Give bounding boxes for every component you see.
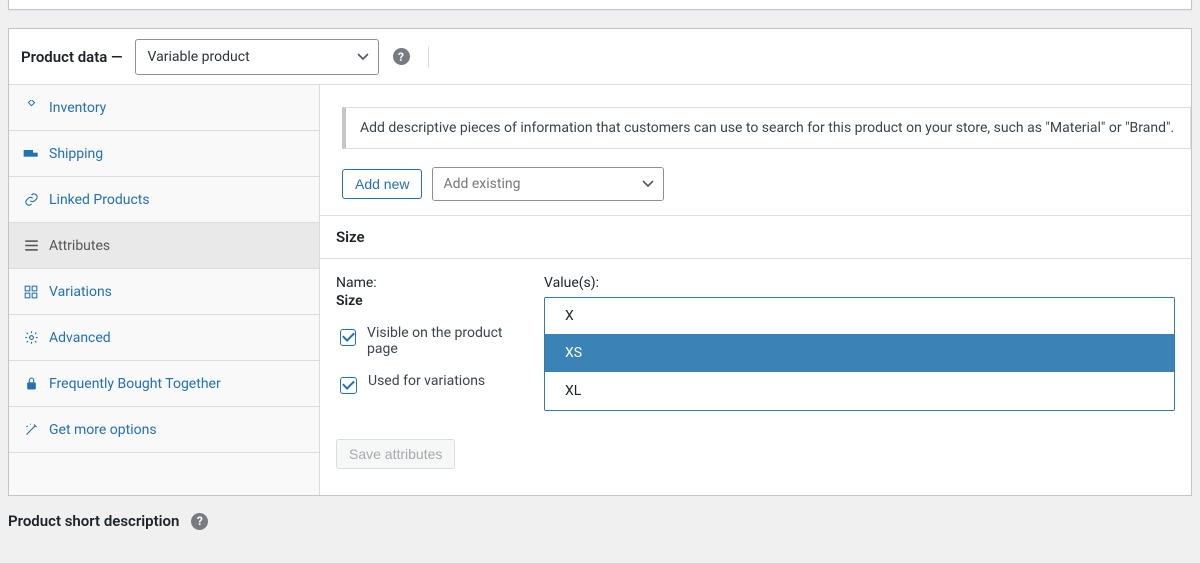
wand-icon: [23, 422, 39, 437]
attributes-pane: Add descriptive pieces of information th…: [320, 85, 1191, 495]
visible-checkbox-label: Visible on the product page: [367, 325, 526, 357]
truck-icon: [23, 147, 39, 161]
tab-label: Advanced: [49, 330, 111, 346]
tab-advanced[interactable]: Advanced: [9, 315, 319, 361]
attribute-block-size: Size Name: Size Visible on the product p…: [320, 215, 1191, 487]
tab-label: Attributes: [49, 238, 110, 254]
attribute-right-col: Value(s): X XS XL: [544, 275, 1175, 411]
add-existing-select[interactable]: Add existing: [432, 167, 664, 201]
editor-footer: Word count: 0: [8, 0, 1192, 10]
tab-label: Frequently Bought Together: [49, 376, 221, 392]
tab-label: Linked Products: [49, 192, 150, 208]
product-data-title: Product data —: [21, 48, 123, 66]
product-type-select[interactable]: Variable product: [135, 39, 379, 75]
lock-icon: [23, 376, 39, 391]
tab-get-more-options[interactable]: Get more options: [9, 407, 319, 453]
help-icon[interactable]: ?: [191, 513, 208, 530]
chevron-down-icon: [357, 53, 369, 61]
attribute-left-col: Name: Size Visible on the product page U…: [336, 275, 526, 411]
link-icon: [23, 192, 39, 207]
values-dropdown[interactable]: X XS XL: [544, 297, 1175, 411]
save-attributes-button: Save attributes: [336, 439, 455, 469]
attribute-actions: Add new Add existing: [342, 167, 1191, 201]
tab-label: Get more options: [49, 422, 157, 438]
attribute-name-value: Size: [336, 293, 526, 309]
used-for-variations-checkbox[interactable]: Used for variations: [336, 373, 526, 396]
tab-linked-products[interactable]: Linked Products: [9, 177, 319, 223]
separator: [428, 46, 429, 68]
attribute-body: Name: Size Visible on the product page U…: [320, 259, 1191, 429]
tab-shipping[interactable]: Shipping: [9, 131, 319, 177]
gear-icon: [23, 330, 39, 345]
short-description-title: Product short description: [8, 512, 179, 530]
product-data-header: Product data — Variable product ?: [9, 29, 1191, 85]
tab-label: Variations: [49, 284, 112, 300]
visible-checkbox[interactable]: Visible on the product page: [336, 325, 526, 357]
visible-checkbox-input[interactable]: [340, 329, 356, 346]
save-row: Save attributes: [320, 429, 1191, 487]
add-existing-placeholder: Add existing: [443, 176, 520, 192]
grid-icon: [23, 285, 39, 299]
short-description-header: Product short description ?: [8, 512, 1192, 530]
used-for-variations-label: Used for variations: [368, 373, 485, 389]
tab-frequently-bought-together[interactable]: Frequently Bought Together: [9, 361, 319, 407]
tab-label: Inventory: [49, 100, 106, 116]
product-data-body: Inventory Shipping Linked Products Attri…: [9, 85, 1191, 495]
attribute-name-label: Name:: [336, 275, 526, 291]
values-option-xs[interactable]: XS: [545, 334, 1174, 372]
tab-variations[interactable]: Variations: [9, 269, 319, 315]
tab-label: Shipping: [49, 146, 103, 162]
attribute-title[interactable]: Size: [320, 216, 1191, 259]
inventory-icon: [23, 100, 39, 115]
product-data-tabs: Inventory Shipping Linked Products Attri…: [9, 85, 320, 495]
add-new-button[interactable]: Add new: [342, 169, 422, 199]
info-text: Add descriptive pieces of information th…: [360, 120, 1174, 136]
used-for-variations-input[interactable]: [340, 377, 357, 394]
list-icon: [23, 239, 39, 252]
help-icon[interactable]: ?: [393, 48, 410, 65]
viewport: Word count: 0 Product data — Variable pr…: [0, 0, 1200, 563]
info-banner: Add descriptive pieces of information th…: [342, 107, 1191, 149]
values-search-input[interactable]: X: [545, 298, 1174, 334]
tab-inventory[interactable]: Inventory: [9, 85, 319, 131]
chevron-down-icon: [642, 180, 654, 188]
values-label: Value(s):: [544, 275, 1175, 291]
product-type-value: Variable product: [148, 49, 250, 65]
tab-attributes[interactable]: Attributes: [9, 223, 319, 269]
values-option-xl[interactable]: XL: [545, 372, 1174, 410]
product-data-panel: Product data — Variable product ? Invent…: [8, 28, 1192, 496]
